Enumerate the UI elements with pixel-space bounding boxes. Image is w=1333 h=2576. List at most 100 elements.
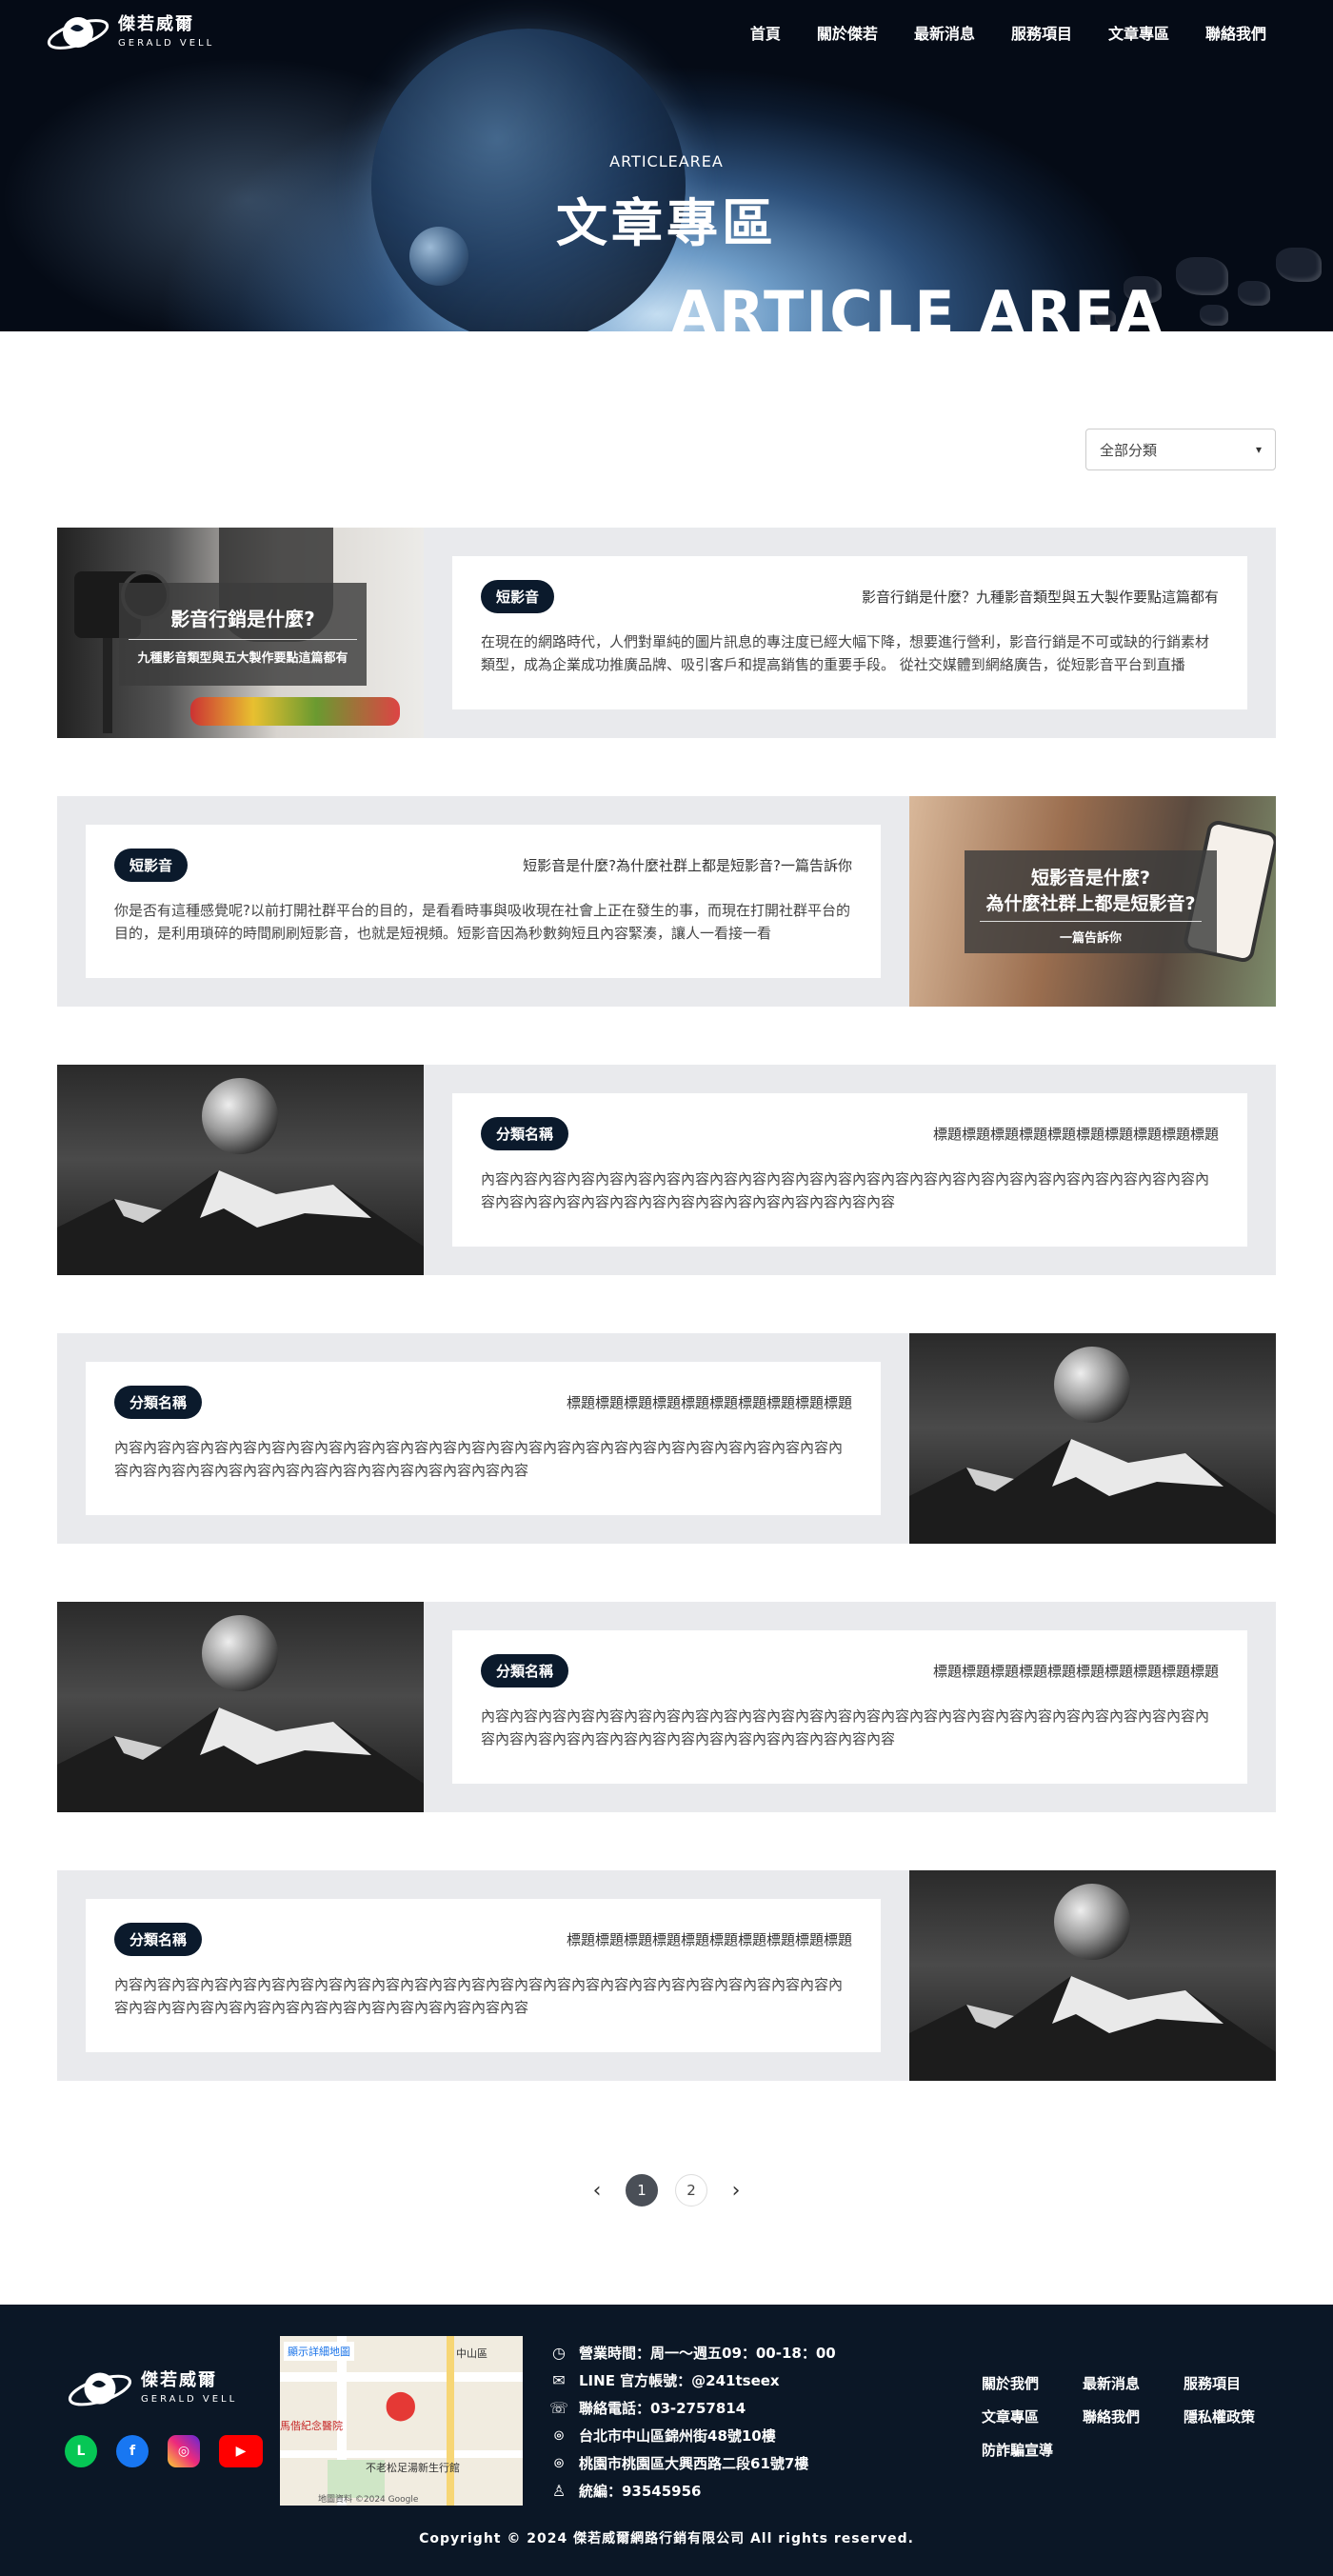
top-nav: 傑若威爾 GERALD VELL 首頁 關於傑若 最新消息 服務項目 文章專區 … (0, 0, 1333, 67)
vegetables-image (190, 697, 400, 726)
article-thumbnail[interactable] (909, 1870, 1276, 2081)
social-links: L f ◎ ▶ (65, 2435, 263, 2467)
article-excerpt: 內容內容內容內容內容內容內容內容內容內容內容內容內容內容內容內容內容內容內容內容… (114, 1439, 844, 1479)
map-credits: 地圖資料 ©2024 Google (318, 2495, 419, 2505)
article-title[interactable]: 標題標題標題標題標題標題標題標題標題標題 (567, 1392, 852, 1412)
article-thumbnail[interactable] (57, 1602, 424, 1812)
footer-link-anti-fraud[interactable]: 防詐騙宣導 (982, 2440, 1083, 2460)
category-badge[interactable]: 短影音 (481, 579, 555, 613)
address-taipei: ⌾ 台北市中山區錦州街48號10樓 (548, 2422, 836, 2449)
location-icon: ⌾ (554, 2426, 564, 2445)
thumbnail-caption-title: 短影音是什麼? (1030, 868, 1151, 889)
nav-articles[interactable]: 文章專區 (1108, 21, 1169, 44)
footer-link-contact[interactable]: 聯絡我們 (1083, 2406, 1184, 2426)
article-summary: 分類名稱 標題標題標題標題標題標題標題標題標題標題 內容內容內容內容內容內容內容… (452, 1093, 1247, 1247)
article-thumbnail[interactable] (57, 1065, 424, 1275)
category-select[interactable]: 全部分類 ▾ (1085, 429, 1276, 470)
footer-link-about[interactable]: 關於我們 (982, 2373, 1083, 2393)
article-title[interactable]: 標題標題標題標題標題標題標題標題標題標題 (567, 1929, 852, 1949)
clock-icon: ◷ (552, 2344, 566, 2362)
article-excerpt: 在現在的網路時代，人們對單純的圖片訊息的專注度已經大幅下降，想要進行營利，影音行… (481, 633, 1210, 673)
footer-link-services[interactable]: 服務項目 (1184, 2373, 1284, 2393)
category-badge[interactable]: 分類名稱 (114, 1385, 203, 1419)
article-title[interactable]: 標題標題標題標題標題標題標題標題標題標題 (933, 1124, 1219, 1144)
contact-info: ◷ 營業時間：周一～週五09：00-18：00 ✉ LINE 官方帳號：@241… (548, 2339, 836, 2505)
mountain-image (57, 1170, 424, 1275)
hero-watermark-text: ARTICLE AREA (671, 278, 1164, 331)
copyright-text: Copyright © 2024 傑若威爾網路行銷有限公司 All rights… (419, 2531, 914, 2546)
logo-name-cn: 傑若威爾 (118, 14, 194, 34)
article-card[interactable]: 分類名稱 標題標題標題標題標題標題標題標題標題標題 內容內容內容內容內容內容內容… (57, 1602, 1276, 1812)
business-hours: ◷ 營業時間：周一～週五09：00-18：00 (548, 2339, 836, 2366)
article-thumbnail[interactable] (909, 1333, 1276, 1544)
article-summary: 分類名稱 標題標題標題標題標題標題標題標題標題標題 內容內容內容內容內容內容內容… (86, 1899, 881, 2052)
article-title[interactable]: 影音行銷是什麼？九種影音類型與五大製作要點這篇都有 (862, 587, 1219, 607)
article-card[interactable]: 分類名稱 標題標題標題標題標題標題標題標題標題標題 內容內容內容內容內容內容內容… (57, 1333, 1276, 1544)
footer-link-privacy[interactable]: 隱私權政策 (1184, 2406, 1284, 2426)
prev-page-icon[interactable]: ‹ (586, 2179, 608, 2203)
article-summary: 分類名稱 標題標題標題標題標題標題標題標題標題標題 內容內容內容內容內容內容內容… (86, 1362, 881, 1515)
article-title[interactable]: 標題標題標題標題標題標題標題標題標題標題 (933, 1661, 1219, 1681)
instagram-icon[interactable]: ◎ (168, 2435, 200, 2467)
logo-name-en: GERALD VELL (118, 38, 215, 49)
line-icon[interactable]: L (65, 2435, 97, 2467)
article-title[interactable]: 短影音是什麼?為什麼社群上都是短影音?一篇告訴你 (523, 855, 852, 875)
line-account[interactable]: ✉ LINE 官方帳號：@241tseex (548, 2366, 836, 2394)
article-thumbnail[interactable]: 影音行銷是什麼? 九種影音類型與五大製作要點這篇都有 (57, 528, 424, 738)
thumbnail-caption: 短影音是什麼? 為什麼社群上都是短影音? 一篇告訴你 (965, 850, 1217, 953)
article-excerpt: 你是否有這種感覺呢?以前打開社群平台的目的，是看看時事與吸收現在社會上正在發生的… (114, 902, 850, 942)
footer-links: 關於我們 最新消息 服務項目 文章專區 聯絡我們 隱私權政策 防詐騙宣導 (982, 2373, 1284, 2460)
logo-planet-icon (68, 2372, 132, 2406)
page-1-button[interactable]: 1 (626, 2174, 658, 2207)
category-badge[interactable]: 分類名稱 (114, 1922, 203, 1956)
article-thumbnail[interactable]: 短影音是什麼? 為什麼社群上都是短影音? 一篇告訴你 (909, 796, 1276, 1007)
google-map[interactable]: 顯示詳細地圖 中山區 馬偕紀念醫院 不老松足湯新生行館 地圖資料 ©2024 G… (280, 2336, 523, 2506)
map-detail-link[interactable]: 顯示詳細地圖 (284, 2342, 354, 2361)
nav-about[interactable]: 關於傑若 (817, 21, 878, 44)
thumbnail-caption: 影音行銷是什麼? 九種影音類型與五大製作要點這篇都有 (119, 583, 367, 686)
phone-number[interactable]: ☏ 聯絡電話：03-2757814 (548, 2394, 836, 2422)
phone-icon: ☏ (548, 2399, 568, 2417)
pagination: ‹ 1 2 › (0, 2174, 1333, 2207)
tax-id: ♙ 統編：93545956 (548, 2477, 836, 2505)
logo-name-en: GERALD VELL (141, 2394, 238, 2405)
mail-icon: ✉ (552, 2371, 566, 2389)
thumbnail-caption-sub: 一篇告訴你 (1059, 931, 1122, 946)
mountain-image (909, 1976, 1276, 2081)
footer-link-news[interactable]: 最新消息 (1083, 2373, 1184, 2393)
nav-news[interactable]: 最新消息 (914, 21, 975, 44)
article-card[interactable]: 分類名稱 標題標題標題標題標題標題標題標題標題標題 內容內容內容內容內容內容內容… (57, 1065, 1276, 1275)
footer-logo[interactable]: 傑若威爾 GERALD VELL (67, 2360, 257, 2417)
article-excerpt: 內容內容內容內容內容內容內容內容內容內容內容內容內容內容內容內容內容內容內容內容… (481, 1707, 1210, 1747)
article-card[interactable]: 影音行銷是什麼? 九種影音類型與五大製作要點這篇都有 短影音 影音行銷是什麼？九… (57, 528, 1276, 738)
thumbnail-caption-sub: 九種影音類型與五大製作要點這篇都有 (137, 651, 348, 666)
main-menu: 首頁 關於傑若 最新消息 服務項目 文章專區 聯絡我們 (750, 21, 1266, 44)
chevron-down-icon: ▾ (1255, 443, 1262, 456)
youtube-icon[interactable]: ▶ (219, 2435, 263, 2467)
thumbnail-caption-title-2: 為什麼社群上都是短影音? (985, 893, 1196, 914)
map-pin-icon: ⬤ (385, 2388, 417, 2422)
planet-image (371, 29, 686, 331)
hero-title: 文章專區 (556, 193, 777, 253)
nav-services[interactable]: 服務項目 (1011, 21, 1072, 44)
facebook-icon[interactable]: f (116, 2435, 149, 2467)
site-logo[interactable]: 傑若威爾 GERALD VELL (46, 8, 217, 57)
category-badge[interactable]: 分類名稱 (481, 1653, 569, 1687)
page-2-button[interactable]: 2 (675, 2174, 707, 2207)
user-icon: ♙ (551, 2482, 567, 2500)
nav-home[interactable]: 首頁 (750, 21, 781, 44)
footer-link-articles[interactable]: 文章專區 (982, 2406, 1083, 2426)
address-taoyuan: ⌾ 桃園市桃園區大興西路二段61號7樓 (548, 2449, 836, 2477)
article-card[interactable]: 分類名稱 標題標題標題標題標題標題標題標題標題標題 內容內容內容內容內容內容內容… (57, 1870, 1276, 2081)
article-card[interactable]: 短影音 短影音是什麼?為什麼社群上都是短影音?一篇告訴你 你是否有這種感覺呢?以… (57, 796, 1276, 1007)
article-summary: 短影音 短影音是什麼?為什麼社群上都是短影音?一篇告訴你 你是否有這種感覺呢?以… (86, 825, 881, 978)
hero-subtitle: ARTICLEAREA (609, 152, 724, 170)
location-icon: ⌾ (554, 2453, 564, 2472)
nav-contact[interactable]: 聯絡我們 (1205, 21, 1266, 44)
category-badge[interactable]: 短影音 (114, 848, 189, 882)
next-page-icon[interactable]: › (725, 2179, 747, 2203)
category-badge[interactable]: 分類名稱 (481, 1116, 569, 1150)
logo-name-cn: 傑若威爾 (141, 2370, 217, 2390)
map-label-district: 中山區 (456, 2347, 487, 2360)
article-summary: 分類名稱 標題標題標題標題標題標題標題標題標題標題 內容內容內容內容內容內容內容… (452, 1630, 1247, 1784)
